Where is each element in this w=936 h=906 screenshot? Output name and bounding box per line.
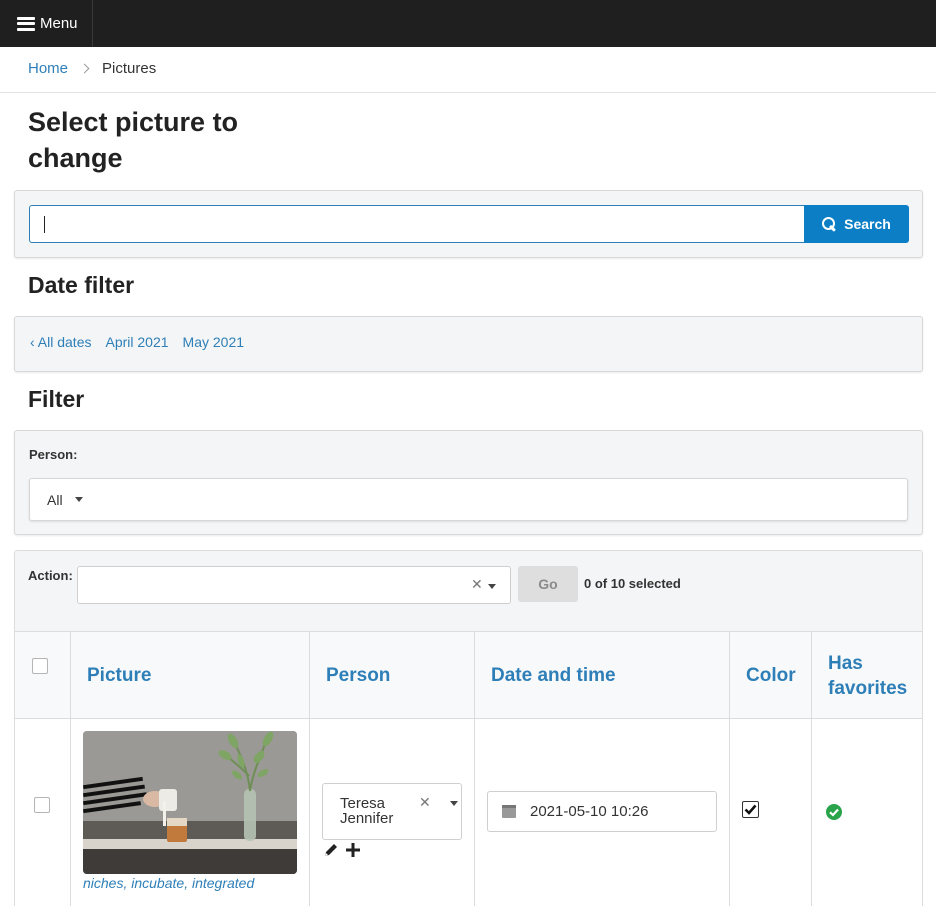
clear-icon[interactable]: ✕ [419, 794, 431, 811]
color-cell [730, 719, 812, 906]
results-table: Action: ✕ Go 0 of 10 selected Picture Pe… [14, 550, 923, 906]
column-has-favorites-header[interactable]: Has favorites [828, 651, 918, 701]
column-person: Person [310, 632, 475, 718]
plus-icon[interactable] [345, 842, 361, 858]
datetime-input[interactable]: 2021-05-10 10:26 [487, 791, 717, 832]
page-title: Select picture to change [28, 107, 239, 173]
breadcrumb-home-link[interactable]: Home [28, 60, 68, 77]
filter-heading: Filter [28, 386, 85, 412]
filter-panel: Person: All [14, 430, 923, 535]
date-link-april-2021[interactable]: April 2021 [105, 334, 168, 350]
column-color-header[interactable]: Color [746, 663, 796, 688]
select-all-checkbox[interactable] [32, 658, 48, 674]
picture-cell: niches, incubate, integrated [71, 719, 310, 906]
breadcrumb-divider [0, 92, 936, 93]
person-cell: Teresa Jennifer ✕ [310, 719, 475, 906]
person-filter-label: Person: [29, 447, 78, 462]
search-icon [822, 217, 836, 231]
text-caret [44, 216, 45, 233]
menu-button[interactable]: Menu [0, 0, 93, 47]
dropdown-arrow-icon [450, 801, 458, 806]
action-select[interactable]: ✕ [77, 566, 511, 604]
search-button[interactable]: Search [804, 205, 909, 243]
column-picture-header[interactable]: Picture [87, 663, 151, 688]
search-input[interactable] [29, 205, 805, 243]
table-row: niches, incubate, integrated Teresa Jenn… [15, 719, 922, 906]
datetime-cell: 2021-05-10 10:26 [475, 719, 730, 906]
selection-counter: 0 of 10 selected [584, 576, 681, 591]
top-navbar: Menu [0, 0, 936, 47]
tag-link[interactable]: niches [83, 875, 123, 891]
related-actions [323, 842, 361, 858]
column-person-header[interactable]: Person [326, 663, 390, 688]
go-button[interactable]: Go [518, 566, 578, 602]
tag-link[interactable]: integrated [192, 875, 254, 891]
column-has-favorites: Has favorites [812, 632, 922, 718]
date-link-may-2021[interactable]: May 2021 [183, 334, 244, 350]
action-label: Action: [28, 568, 73, 583]
has-favorites-cell [812, 719, 922, 906]
search-panel: Search [14, 190, 923, 258]
person-select[interactable]: Teresa Jennifer ✕ [322, 783, 462, 840]
search-button-label: Search [844, 216, 891, 232]
chevron-right-icon [79, 63, 90, 73]
dropdown-arrow-icon [488, 584, 496, 589]
select-all-cell [15, 632, 71, 718]
row-checkbox[interactable] [34, 797, 50, 813]
person-filter-value: All [47, 491, 63, 508]
actions-bar: Action: ✕ Go 0 of 10 selected [15, 551, 922, 632]
clear-icon[interactable]: ✕ [471, 576, 483, 593]
menu-label: Menu [40, 15, 78, 32]
dropdown-arrow-icon [74, 497, 83, 502]
row-select-cell [15, 719, 71, 906]
check-circle-icon [826, 804, 842, 820]
column-date-time: Date and time [475, 632, 730, 718]
breadcrumb-current: Pictures [102, 59, 157, 77]
tag-link[interactable]: incubate [131, 875, 184, 891]
date-link-all[interactable]: ‹ All dates [30, 334, 91, 350]
date-filter-heading: Date filter [28, 272, 135, 298]
hamburger-icon [17, 16, 35, 31]
picture-tags: niches, incubate, integrated [83, 875, 255, 891]
column-picture: Picture [71, 632, 310, 718]
pencil-icon[interactable] [323, 842, 339, 858]
person-select-value: Teresa Jennifer [340, 795, 394, 827]
column-date-time-header[interactable]: Date and time [491, 663, 616, 688]
calendar-icon [502, 805, 516, 818]
checkmark-icon [744, 804, 757, 815]
datetime-value: 2021-05-10 10:26 [530, 803, 649, 820]
color-checkbox[interactable] [742, 801, 759, 818]
breadcrumb: Home Pictures [28, 58, 156, 78]
picture-thumbnail[interactable] [83, 731, 297, 874]
column-color: Color [730, 632, 812, 718]
person-filter-select[interactable]: All [29, 478, 908, 521]
date-filter-panel: ‹ All dates April 2021 May 2021 [14, 316, 923, 372]
table-header: Picture Person Date and time Color Has f… [15, 632, 922, 719]
